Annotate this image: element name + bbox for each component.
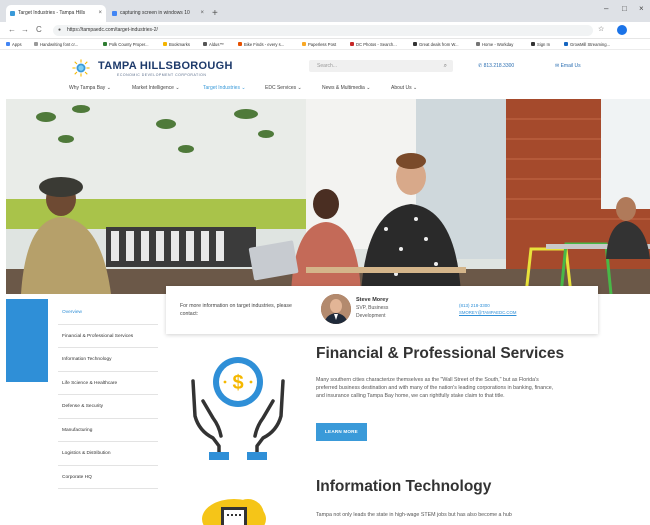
contact-avatar <box>321 294 351 324</box>
site-search-input[interactable]: Search... ⌕ <box>309 60 453 72</box>
bookmark-item[interactable]: Home - Workday <box>476 41 513 48</box>
tab-title: Target Industries - Tampa Hills <box>18 10 86 16</box>
reload-button[interactable]: C <box>36 25 42 35</box>
hero-image <box>6 99 650 294</box>
browser-tab-bar: Target Industries - Tampa Hills × captur… <box>0 0 650 22</box>
profile-avatar[interactable] <box>617 25 627 35</box>
tab-title: capturing screen in windows 10 <box>120 10 190 16</box>
section-heading-it: Information Technology <box>316 478 492 495</box>
back-button[interactable]: ← <box>8 25 16 35</box>
address-bar-row: ← → C ● https://tampaedc.com/target-indu… <box>0 22 650 39</box>
contact-phone-link[interactable]: (813) 218-3300 <box>459 303 490 308</box>
industry-sidebar: Overview Financial & Professional Servic… <box>58 301 158 489</box>
nav-why-tampa-bay[interactable]: Why Tampa Bay ⌄ <box>69 83 111 93</box>
bookmark-item[interactable]: Polk County Proper... <box>103 41 149 48</box>
chevron-down-icon: ⌄ <box>297 85 302 91</box>
header-email-link[interactable]: ✉ Email Us <box>555 63 581 69</box>
forward-button[interactable]: → <box>21 25 29 35</box>
tab-capturing-screen[interactable]: capturing screen in windows 10 × <box>108 5 208 22</box>
lock-icon: ● <box>58 27 62 33</box>
close-window-button[interactable]: × <box>639 4 644 13</box>
bookmark-item[interactable]: Aldus™ <box>203 41 224 48</box>
url-input[interactable]: ● https://tampaedc.com/target-industries… <box>53 25 593 36</box>
logo-subtitle: ECONOMIC DEVELOPMENT CORPORATION <box>117 73 207 77</box>
bookmark-item[interactable]: Sign In <box>531 41 550 48</box>
learn-more-button[interactable]: LEARN MORE <box>316 423 367 441</box>
search-placeholder: Search... <box>317 63 338 69</box>
sidebar-item-overview[interactable]: Overview <box>58 301 158 325</box>
bookmarks-bar: Apps Handwriting font cr... Polk County … <box>0 39 650 50</box>
section-body-it: Tampa not only leads the state in high-w… <box>316 512 512 518</box>
bookmark-item[interactable]: Handwriting font cr... <box>34 41 78 48</box>
sidebar-item-logistics-distribution[interactable]: Logistics & Distribution <box>58 442 158 466</box>
sidebar-accent-block <box>6 299 48 382</box>
bookmark-item[interactable]: Bookmarks <box>163 41 190 48</box>
logo-title[interactable]: TAMPA HILLSBOROUGH <box>98 60 233 72</box>
apps-icon <box>6 42 10 46</box>
svg-text:$: $ <box>232 372 243 394</box>
chevron-down-icon: ⌄ <box>175 85 180 91</box>
sidebar-item-financial-professional[interactable]: Financial & Professional Services <box>58 325 158 348</box>
tab-close-icon[interactable]: × <box>98 5 102 22</box>
bookmark-icon <box>238 42 242 46</box>
bookmark-item[interactable]: Bike Finds - every s... <box>238 41 284 48</box>
header-phone-link[interactable]: ✆ 813.218.3300 <box>478 63 514 69</box>
bookmark-icon <box>203 42 207 46</box>
website-viewport: TAMPA HILLSBOROUGH ECONOMIC DEVELOPMENT … <box>0 50 650 525</box>
section-body-financial: Many southern cities characterize themse… <box>316 377 554 400</box>
bookmark-icon <box>531 42 535 46</box>
folder-icon <box>163 42 167 46</box>
bookmark-icon <box>564 42 568 46</box>
nav-news-multimedia[interactable]: News & Multimedia ⌄ <box>322 83 370 93</box>
bookmark-item[interactable]: Paperless Post <box>302 41 336 48</box>
search-icon[interactable]: ⌕ <box>444 60 447 72</box>
nav-target-industries[interactable]: Target Industries ⌄ <box>203 83 246 93</box>
bookmark-icon <box>103 42 107 46</box>
chevron-down-icon: ⌄ <box>106 85 111 91</box>
contact-prompt: For more information on target industrie… <box>180 303 292 317</box>
nav-market-intelligence[interactable]: Market Intelligence ⌄ <box>132 83 180 93</box>
sidebar-item-defense-security[interactable]: Defense & Security <box>58 395 158 419</box>
hands-holding-money-icon: $ <box>191 357 285 460</box>
bookmark-icon <box>476 42 480 46</box>
contact-card: For more information on target industrie… <box>166 286 598 334</box>
url-text: https://tampaedc.com/target-industries-2… <box>67 27 158 33</box>
contact-name: Steve Morey <box>356 297 389 303</box>
bookmark-icon <box>350 42 354 46</box>
favicon-icon <box>10 11 15 16</box>
chevron-down-icon: ⌄ <box>366 85 371 91</box>
bookmark-item[interactable]: Great deals from W... <box>413 41 459 48</box>
maximize-button[interactable]: □ <box>622 4 627 13</box>
bookmark-icon <box>302 42 306 46</box>
tab-close-icon[interactable]: × <box>200 5 204 22</box>
sidebar-item-information-technology[interactable]: Information Technology <box>58 348 158 372</box>
contact-email-link[interactable]: SMOREY@TAMPAEDC.COM <box>459 310 516 315</box>
star-bookmark-icon[interactable]: ☆ <box>598 25 604 33</box>
sidebar-item-manufacturing[interactable]: Manufacturing <box>58 419 158 442</box>
logo-sun-icon[interactable] <box>72 59 90 77</box>
cloud-laptop-icon <box>202 499 266 525</box>
bookmark-item[interactable]: Apps <box>6 41 22 48</box>
favicon-icon <box>112 11 117 16</box>
chevron-down-icon: ⌄ <box>241 85 246 91</box>
tab-tampa-edc[interactable]: Target Industries - Tampa Hills × <box>6 5 106 22</box>
sidebar-item-corporate-hq[interactable]: Corporate HQ <box>58 466 158 489</box>
bookmark-item[interactable]: DC Photos - Search... <box>350 41 397 48</box>
section-heading-financial: Financial & Professional Services <box>316 345 565 362</box>
main-nav: Why Tampa Bay ⌄ Market Intelligence ⌄ Ta… <box>0 83 650 93</box>
bookmark-icon <box>413 42 417 46</box>
nav-about-us[interactable]: About Us ⌄ <box>391 83 417 93</box>
contact-title: SVP, Business Development <box>356 305 389 319</box>
bookmark-item[interactable]: GrowMill Streaming... <box>564 41 610 48</box>
nav-edc-services[interactable]: EDC Services ⌄ <box>265 83 302 93</box>
new-tab-button[interactable]: + <box>212 5 218 22</box>
sidebar-item-life-science-healthcare[interactable]: Life Science & Healthcare <box>58 372 158 395</box>
minimize-button[interactable]: – <box>604 4 608 13</box>
bookmark-icon <box>34 42 38 46</box>
chevron-down-icon: ⌄ <box>412 85 418 91</box>
